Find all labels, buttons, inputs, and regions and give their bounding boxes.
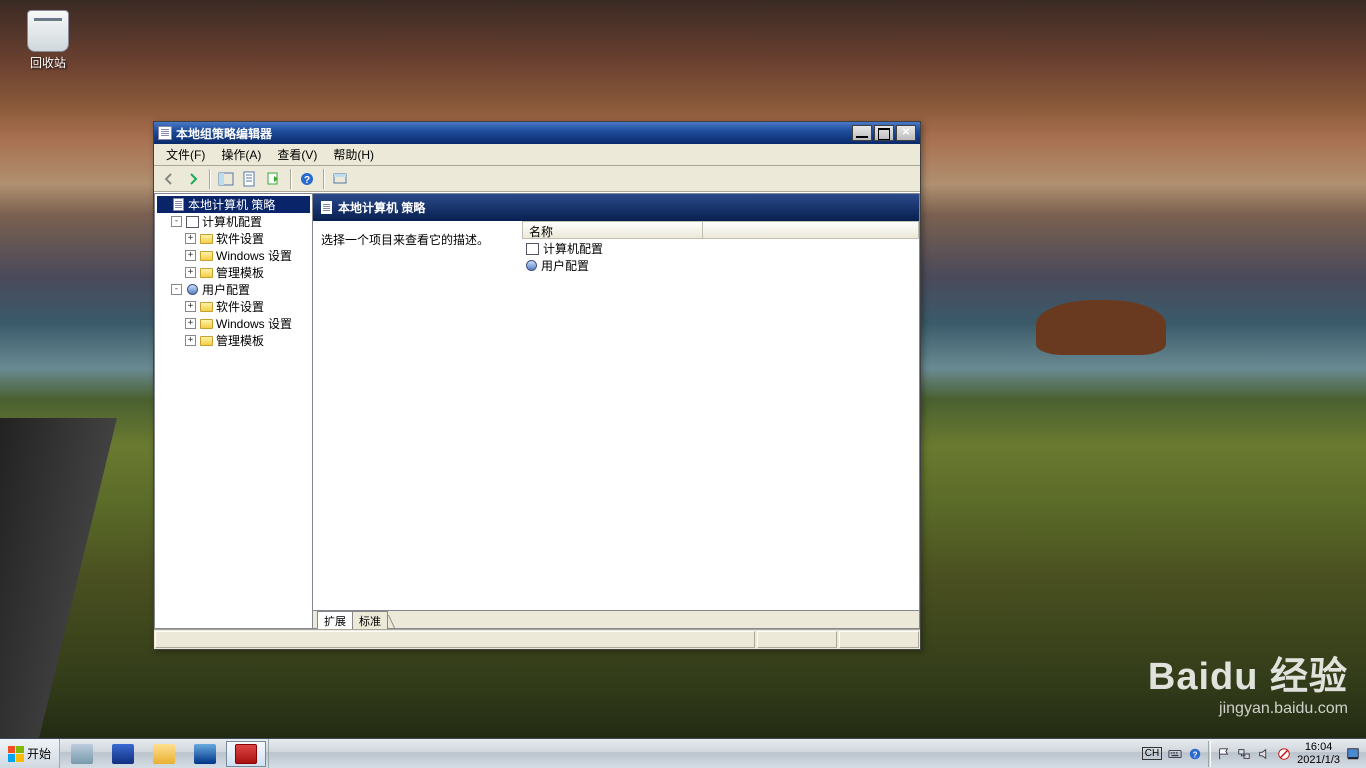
toolbar-separator (209, 169, 210, 189)
ql-powershell[interactable] (103, 741, 143, 767)
ql-control-panel[interactable] (185, 741, 225, 767)
tab-extended[interactable]: 扩展 (317, 611, 353, 629)
user-icon (187, 284, 198, 295)
tree-windows-settings[interactable]: +Windows 设置 (157, 247, 310, 264)
tree-user-windows-settings[interactable]: +Windows 设置 (157, 315, 310, 332)
tree-admin-templates[interactable]: +管理模板 (157, 264, 310, 281)
folder-icon (200, 319, 213, 329)
menu-view[interactable]: 查看(V) (269, 144, 325, 165)
user-icon (526, 260, 537, 271)
ql-explorer[interactable] (144, 741, 184, 767)
ql-server-manager[interactable] (62, 741, 102, 767)
expand-icon[interactable]: + (185, 267, 196, 278)
quick-launch (60, 739, 269, 768)
window-title: 本地组策略编辑器 (176, 125, 852, 142)
recycle-bin-icon (27, 10, 69, 52)
svg-text:?: ? (304, 175, 310, 186)
menu-bar: 文件(F) 操作(A) 查看(V) 帮助(H) (154, 144, 920, 166)
nav-forward-button[interactable] (182, 168, 204, 190)
sound-icon[interactable] (1257, 747, 1271, 761)
list-item-computer-config[interactable]: 计算机配置 (526, 240, 915, 257)
collapse-icon[interactable]: - (171, 216, 182, 227)
export-list-button[interactable] (263, 168, 285, 190)
svg-text:?: ? (1193, 750, 1198, 759)
collapse-icon[interactable]: - (171, 284, 182, 295)
document-icon (158, 126, 172, 140)
system-tray: CH ? 16:04 2021/1/3 (1136, 739, 1366, 768)
toolbar-separator (290, 169, 291, 189)
detail-panel: 本地计算机 策略 选择一个项目来查看它的描述。 名称 计算机配置 (313, 193, 920, 629)
folder-icon (200, 302, 213, 312)
taskbar: 开始 CH ? 16:04 2021/1/3 (0, 738, 1366, 768)
description-prompt: 选择一个项目来查看它的描述。 (321, 233, 489, 247)
close-button[interactable]: ✕ (896, 125, 916, 141)
minimize-button[interactable] (852, 125, 872, 141)
properties-button[interactable] (239, 168, 261, 190)
tree-user-admin-templates[interactable]: +管理模板 (157, 332, 310, 349)
folder-icon (200, 268, 213, 278)
start-button[interactable]: 开始 (0, 739, 60, 768)
tree-user-software-settings[interactable]: +软件设置 (157, 298, 310, 315)
tree-panel[interactable]: 本地计算机 策略 - 计算机配置 +软件设置 +Windows 设置 (154, 193, 313, 629)
show-hide-tree-button[interactable] (215, 168, 237, 190)
detail-header: 本地计算机 策略 (313, 194, 919, 221)
policy-icon (321, 201, 332, 214)
status-bar (154, 629, 920, 649)
tray-clock[interactable]: 16:04 2021/1/3 (1297, 741, 1340, 766)
ime-indicator[interactable]: CH (1142, 747, 1162, 760)
list-item-user-config[interactable]: 用户配置 (526, 257, 915, 274)
description-column: 选择一个项目来查看它的描述。 (313, 221, 522, 610)
window-titlebar[interactable]: 本地组策略编辑器 ✕ (154, 122, 920, 144)
folder-icon (200, 251, 213, 261)
gpedit-window: 本地组策略编辑器 ✕ 文件(F) 操作(A) 查看(V) 帮助(H) ? (153, 121, 921, 650)
security-alert-icon[interactable] (1277, 747, 1291, 761)
tree-computer-config[interactable]: - 计算机配置 (157, 213, 310, 230)
expand-icon[interactable]: + (185, 318, 196, 329)
taskbar-gpedit[interactable] (226, 741, 266, 767)
nav-back-button[interactable] (158, 168, 180, 190)
show-desktop-icon[interactable] (1346, 747, 1360, 761)
folder-icon (200, 336, 213, 346)
filter-button[interactable] (329, 168, 351, 190)
policy-icon (173, 198, 184, 211)
tree-root-label: 本地计算机 策略 (188, 196, 275, 213)
menu-file[interactable]: 文件(F) (158, 144, 213, 165)
column-name[interactable]: 名称 (523, 222, 703, 238)
toolbar: ? (154, 166, 920, 192)
wallpaper-island (1036, 300, 1166, 355)
help-button[interactable]: ? (296, 168, 318, 190)
toolbar-separator (323, 169, 324, 189)
windows-logo-icon (8, 746, 24, 762)
expand-icon[interactable]: + (185, 301, 196, 312)
expand-icon[interactable]: + (185, 250, 196, 261)
tabs-row: 扩展 标准 (313, 610, 919, 628)
folder-icon (200, 234, 213, 244)
menu-action[interactable]: 操作(A) (213, 144, 269, 165)
recycle-bin[interactable]: 回收站 (18, 10, 78, 71)
recycle-bin-label: 回收站 (18, 54, 78, 71)
expand-icon[interactable]: + (185, 233, 196, 244)
tree-root[interactable]: 本地计算机 策略 (157, 196, 310, 213)
expand-icon[interactable]: + (185, 335, 196, 346)
tree-user-config[interactable]: - 用户配置 (157, 281, 310, 298)
network-icon[interactable] (1237, 747, 1251, 761)
menu-help[interactable]: 帮助(H) (325, 144, 382, 165)
help-tray-icon[interactable]: ? (1188, 747, 1202, 761)
list-column: 名称 计算机配置 用户配置 (522, 221, 919, 610)
maximize-button[interactable] (874, 125, 894, 141)
computer-icon (526, 243, 539, 255)
tree-software-settings[interactable]: +软件设置 (157, 230, 310, 247)
flag-icon[interactable] (1217, 747, 1231, 761)
computer-icon (186, 216, 199, 228)
list-header[interactable]: 名称 (522, 221, 919, 239)
keyboard-icon[interactable] (1168, 747, 1182, 761)
